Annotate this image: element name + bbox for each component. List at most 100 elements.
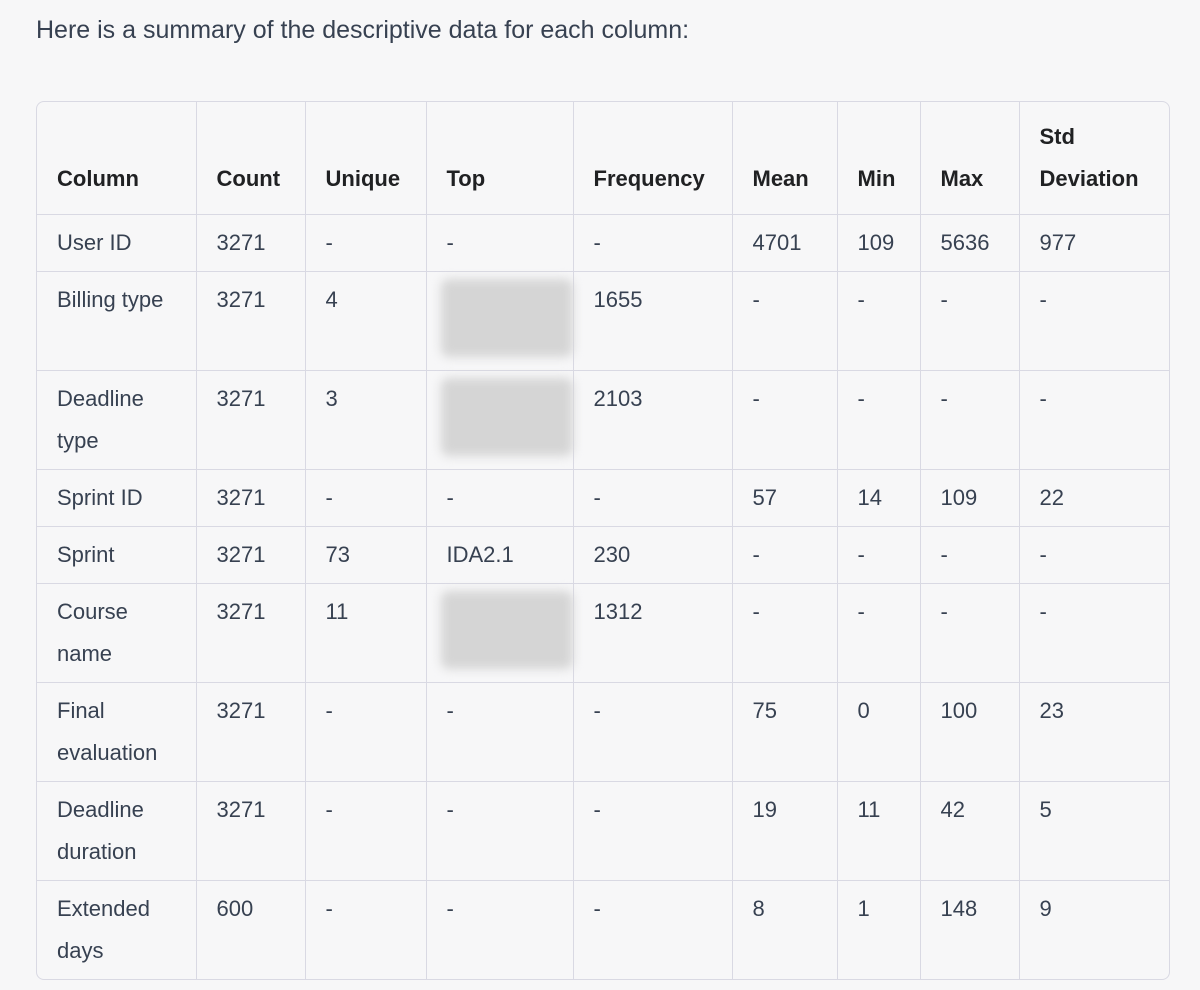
header-mean: Mean [732,102,838,215]
cell-mean: - [732,583,838,683]
cell-unique: 3 [305,370,427,470]
cell-frequency: - [573,214,733,272]
cell-min: - [837,370,921,470]
cell-column: Final evaluation [37,682,197,782]
cell-mean: 8 [732,880,838,979]
cell-std: - [1019,526,1169,584]
cell-top: - [426,781,574,881]
cell-mean: 57 [732,469,838,527]
cell-mean: 75 [732,682,838,782]
table-row: Final evaluation 3271- - -75 0 100 23 [37,682,1169,782]
cell-unique: - [305,781,427,881]
cell-min: - [837,271,921,371]
cell-count: 3271 [196,271,306,371]
cell-count: 600 [196,880,306,979]
cell-count: 3271 [196,583,306,683]
header-unique: Unique [305,102,427,215]
cell-frequency: - [573,781,733,881]
cell-max: - [920,370,1020,470]
cell-frequency: - [573,880,733,979]
summary-table: Column Count Unique Top Frequency Mean M… [37,102,1169,979]
intro-text: Here is a summary of the descriptive dat… [36,16,690,44]
table-row: Sprint ID 3271- - -57 14 109 22 [37,469,1169,527]
cell-min: 1 [837,880,921,979]
cell-column: Deadline type [37,370,197,470]
cell-max: - [920,526,1020,584]
cell-count: 3271 [196,526,306,584]
header-count: Count [196,102,306,215]
cell-min: 0 [837,682,921,782]
cell-std: 5 [1019,781,1169,881]
cell-min: - [837,583,921,683]
cell-min: 11 [837,781,921,881]
cell-mean: - [732,526,838,584]
cell-std: 22 [1019,469,1169,527]
header-min: Min [837,102,921,215]
cell-min: - [837,526,921,584]
cell-top: - [426,469,574,527]
cell-unique: 4 [305,271,427,371]
cell-top: - [426,880,574,979]
table-row: Sprint 3271 73 IDA2.1 230- - - - [37,526,1169,584]
header-column: Column [37,102,197,215]
cell-column: Course name [37,583,197,683]
cell-top: IDA2.1 [426,526,574,584]
cell-column: Deadline duration [37,781,197,881]
cell-top [426,583,574,683]
cell-top [426,271,574,371]
cell-column: Sprint ID [37,469,197,527]
table-row: Deadline duration 3271- - -19 11 42 5 [37,781,1169,881]
cell-column: Billing type [37,271,197,371]
cell-mean: - [732,370,838,470]
cell-frequency: 230 [573,526,733,584]
cell-unique: - [305,214,427,272]
cell-frequency: 1312 [573,583,733,683]
table-row: Extended days 600- - -8 1 148 9 [37,880,1169,979]
cell-std: 23 [1019,682,1169,782]
table-row: Course name 3271 11 1312- - - - [37,583,1169,683]
redacted-blur [440,279,573,357]
summary-table-container: Column Count Unique Top Frequency Mean M… [36,101,1170,980]
cell-top: - [426,214,574,272]
cell-min: 109 [837,214,921,272]
cell-mean: 4701 [732,214,838,272]
table-row: User ID 3271- - -4701 109 5636 977 [37,214,1169,272]
cell-max: 42 [920,781,1020,881]
cell-top [426,370,574,470]
cell-top: - [426,682,574,782]
cell-unique: 73 [305,526,427,584]
cell-std: 977 [1019,214,1169,272]
cell-unique: - [305,682,427,782]
cell-min: 14 [837,469,921,527]
cell-std: - [1019,370,1169,470]
cell-frequency: 2103 [573,370,733,470]
table-row: Billing type 3271 4 1655- - - - [37,271,1169,371]
cell-max: - [920,271,1020,371]
cell-column: Sprint [37,526,197,584]
cell-frequency: - [573,469,733,527]
cell-max: 5636 [920,214,1020,272]
cell-column: Extended days [37,880,197,979]
cell-std: 9 [1039,896,1052,921]
cell-std: - [1019,271,1169,371]
cell-count: 3271 [196,370,306,470]
cell-unique: - [305,469,427,527]
cell-count: 3271 [196,214,306,272]
redacted-blur [440,378,573,456]
cell-frequency: 1655 [573,271,733,371]
cell-count: 3271 [196,781,306,881]
cell-max: 148 [920,880,1020,979]
cell-max: - [920,583,1020,683]
table-header-row: Column Count Unique Top Frequency Mean M… [37,102,1169,215]
table-row: Deadline type 3271 3 2103- - - - [37,370,1169,470]
cell-unique: - [305,880,427,979]
cell-max: 109 [920,469,1020,527]
cell-column: User ID [37,214,197,272]
cell-std: - [1019,583,1169,683]
header-top: Top [426,102,574,215]
cell-frequency: - [573,682,733,782]
cell-count: 3271 [196,469,306,527]
header-frequency: Frequency [573,102,733,215]
redacted-blur [440,591,573,669]
header-max: Max [920,102,1020,215]
